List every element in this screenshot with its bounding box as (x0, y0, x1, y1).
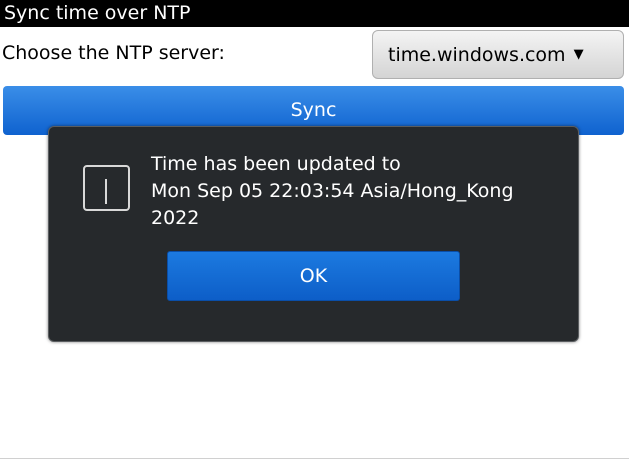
ok-button-label: OK (299, 265, 328, 287)
dialog-message-line: 2022 (151, 207, 200, 229)
dialog-message-line: Time has been updated to (151, 153, 401, 175)
page-title: Sync time over NTP (4, 2, 191, 24)
ntp-server-dropdown[interactable]: time.windows.com ▼ (372, 30, 624, 79)
ntp-server-label: Choose the NTP server: (2, 42, 225, 64)
title-bar: Sync time over NTP (0, 0, 629, 27)
info-icon-stem (105, 179, 107, 204)
time-updated-dialog: Time has been updated to Mon Sep 05 22:0… (48, 126, 579, 342)
dropdown-caret-icon: ▼ (573, 47, 584, 62)
dialog-message-line: Mon Sep 05 22:03:54 Asia/Hong_Kong (151, 180, 514, 202)
dialog-message: Time has been updated to Mon Sep 05 22:0… (151, 151, 571, 232)
ntp-server-selected-value: time.windows.com (388, 43, 566, 66)
ok-button[interactable]: OK (167, 251, 460, 301)
bottom-divider (0, 458, 629, 459)
info-icon (83, 165, 130, 211)
sync-button-label: Sync (290, 99, 337, 121)
